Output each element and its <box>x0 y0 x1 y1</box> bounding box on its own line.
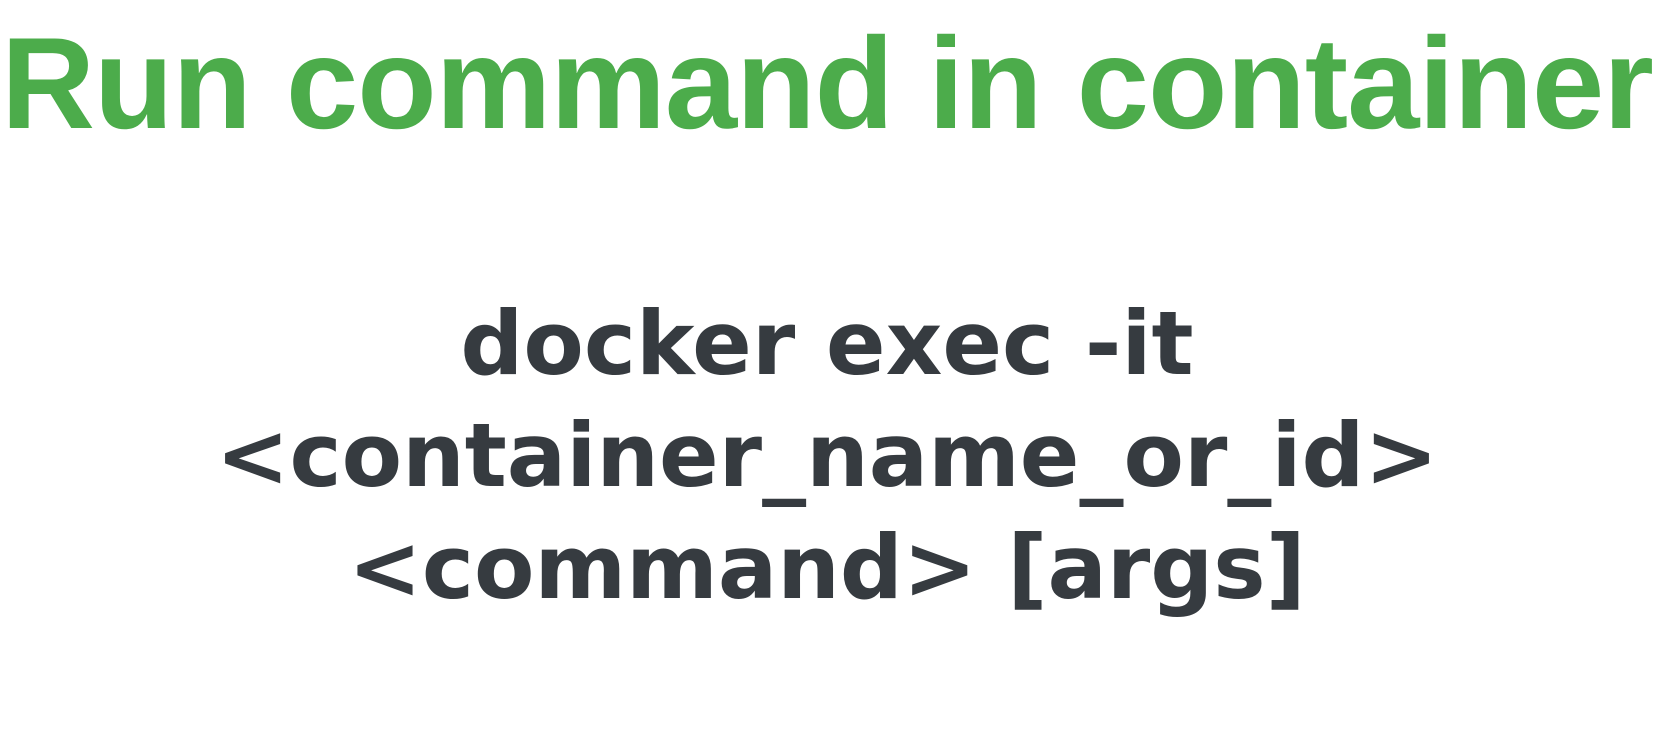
slide-canvas: Run command in container docker exec -it… <box>0 0 1654 733</box>
command-line-3: <command> [args] <box>348 516 1306 619</box>
slide-title: Run command in container <box>1 10 1654 156</box>
command-line-1: docker exec -it <box>460 292 1194 395</box>
command-block: docker exec -it <container_name_or_id> <… <box>0 288 1654 624</box>
command-line-2: <container_name_or_id> <box>215 404 1439 507</box>
